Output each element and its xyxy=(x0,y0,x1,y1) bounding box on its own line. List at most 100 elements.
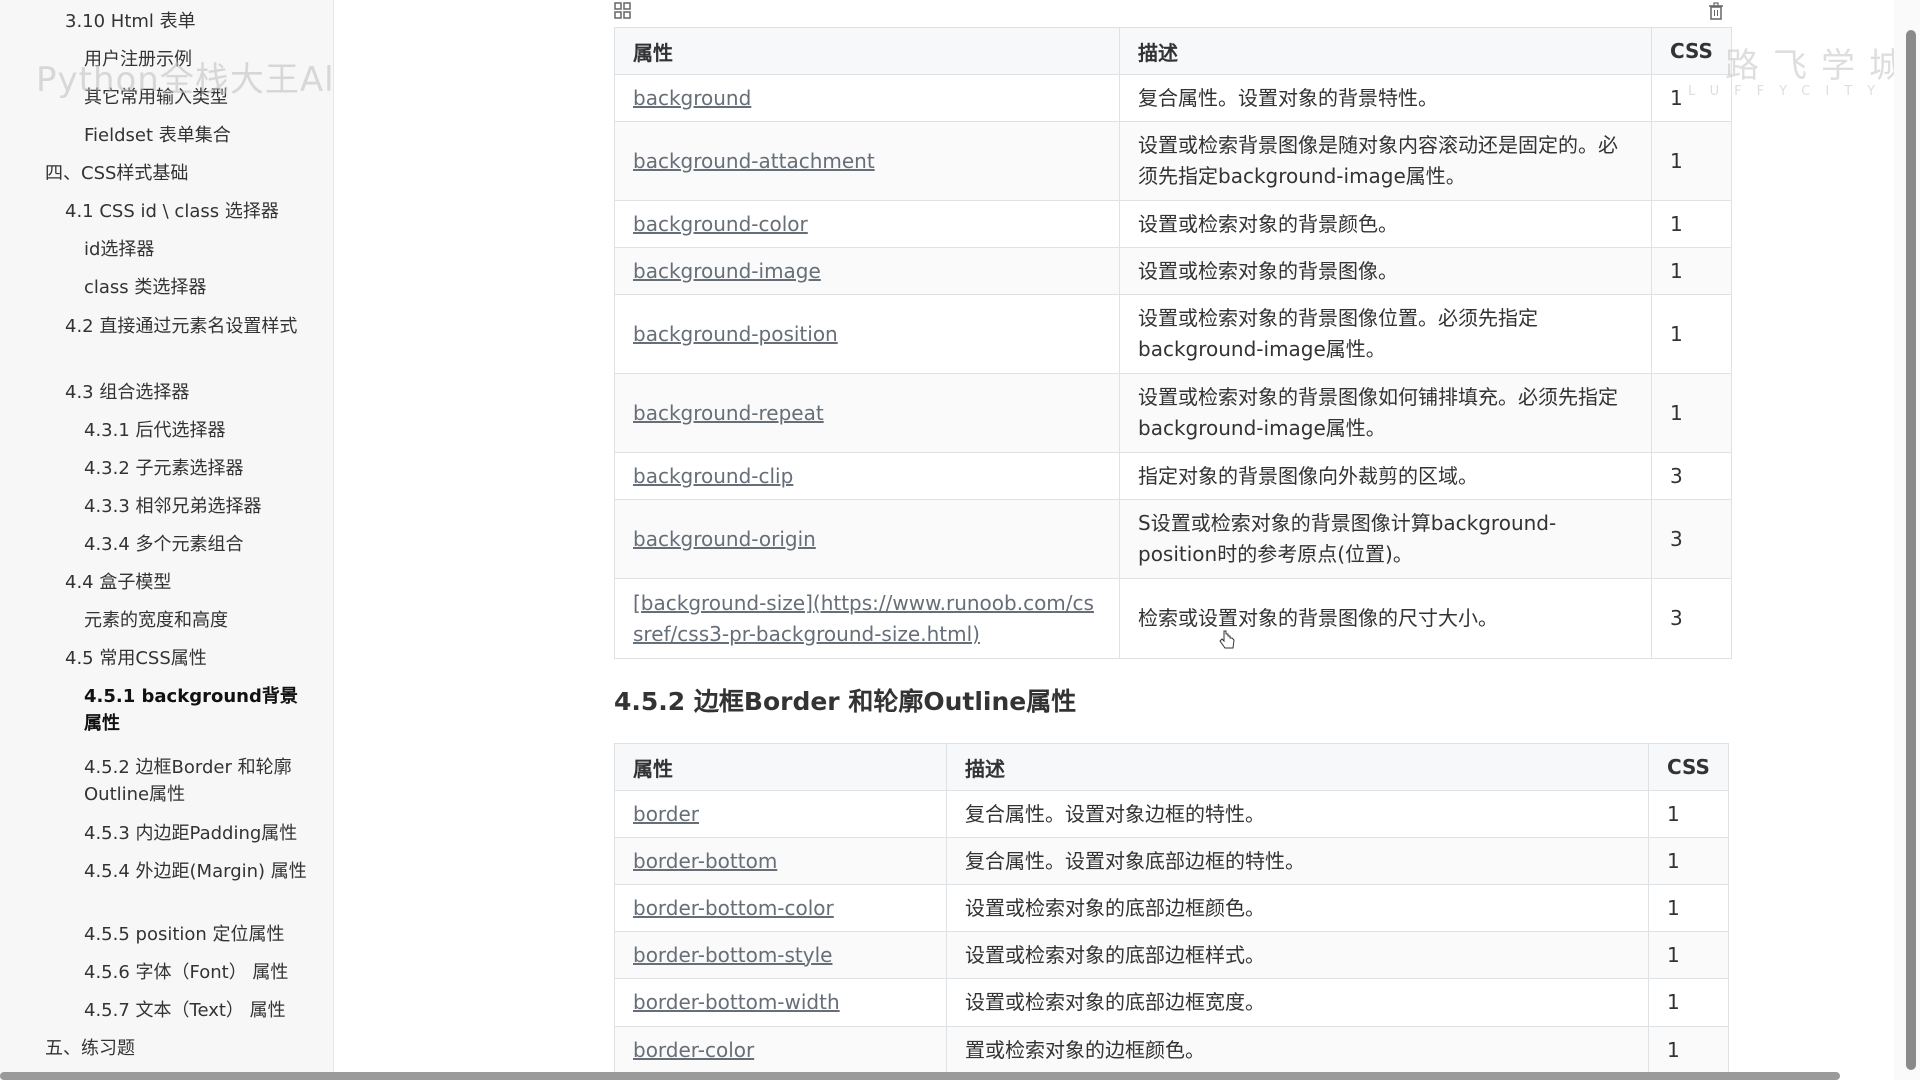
property-cell: background-image xyxy=(614,247,1120,295)
border-properties-table: 属性 描述 CSS border 复合属性。设置对象边框的特性。 1 border-b… xyxy=(614,743,1729,1074)
property-link[interactable]: background-repeat xyxy=(633,401,824,425)
toc-item[interactable]: 4.5 常用CSS属性 xyxy=(0,645,333,672)
description-cell: 复合属性。设置对象底部边框的特性。 xyxy=(946,837,1649,885)
column-header-css: CSS xyxy=(1648,743,1729,791)
toc-item[interactable]: 4.5.5 position 定位属性 xyxy=(0,921,333,948)
css-version-cell: 1 xyxy=(1648,884,1729,932)
toc-item[interactable]: 4.5.3 内边距Padding属性 xyxy=(0,820,333,847)
toc-item[interactable]: 4.5.1 background背景属性 xyxy=(0,683,333,737)
property-cell: [background-size](https://www.runoob.com… xyxy=(614,578,1120,659)
css-version-cell: 1 xyxy=(1648,837,1729,885)
description-cell: 设置或检索对象的背景图像如何铺排填充。必须先指定background-image… xyxy=(1119,373,1652,453)
property-link[interactable]: border-bottom xyxy=(633,849,777,873)
toc-sidebar: 3.10 Html 表单 用户注册示例 其它常用输入类型 Fieldset 表单集合四… xyxy=(0,0,334,1080)
toc-item[interactable]: 4.5.2 边框Border 和轮廓Outline属性 xyxy=(0,754,333,808)
css-version-cell: 1 xyxy=(1648,978,1729,1027)
description-cell: 设置或检索对象的底部边框宽度。 xyxy=(946,978,1649,1027)
table-row: border-color 置或检索对象的边框颜色。 1 xyxy=(614,1026,1729,1074)
table-row: border-bottom-width 设置或检索对象的底部边框宽度。 1 xyxy=(614,978,1729,1027)
toc-item[interactable]: 五、练习题 xyxy=(0,1035,333,1062)
property-link[interactable]: border xyxy=(633,802,699,826)
property-cell: border-bottom-width xyxy=(614,978,947,1027)
toc-item[interactable]: 4.3.2 子元素选择器 xyxy=(0,455,333,482)
table-row: background-position 设置或检索对象的背景图像位置。必须先指定b… xyxy=(614,294,1732,374)
property-cell: border-bottom xyxy=(614,837,947,885)
description-cell: 设置或检索对象的背景图像。 xyxy=(1119,247,1652,295)
css-version-cell: 1 xyxy=(1651,294,1732,374)
watermark-right-sub: LUFFYCITY xyxy=(1688,84,1891,99)
property-cell: background-origin xyxy=(614,499,1120,579)
property-cell: border xyxy=(614,790,947,838)
property-cell: border-bottom-style xyxy=(614,931,947,979)
toc-item[interactable]: 4.3.3 相邻兄弟选择器 xyxy=(0,493,333,520)
toc-item[interactable]: 4.3.4 多个元素组合 xyxy=(0,531,333,558)
property-link[interactable]: background xyxy=(633,86,751,110)
property-link[interactable]: background-attachment xyxy=(633,149,875,173)
hand-cursor-icon xyxy=(1219,630,1235,649)
column-header-property: 属性 xyxy=(614,27,1120,75)
css-version-cell: 1 xyxy=(1651,121,1732,201)
css-version-cell: 1 xyxy=(1648,1026,1729,1074)
property-link[interactable]: background-position xyxy=(633,322,838,346)
toc-item[interactable]: 4.3 组合选择器 xyxy=(0,379,333,406)
table-row: border-bottom 复合属性。设置对象底部边框的特性。 1 xyxy=(614,837,1729,885)
table-row: border 复合属性。设置对象边框的特性。 1 xyxy=(614,790,1729,838)
property-cell: background-color xyxy=(614,200,1120,248)
trash-icon[interactable] xyxy=(1708,2,1724,25)
description-cell: 设置或检索对象的底部边框样式。 xyxy=(946,931,1649,979)
table-row: background-clip 指定对象的背景图像向外裁剪的区域。 3 xyxy=(614,452,1732,500)
table-row: border-bottom-color 设置或检索对象的底部边框颜色。 1 xyxy=(614,884,1729,932)
vertical-scrollbar-thumb[interactable] xyxy=(1906,30,1916,1070)
toc-item[interactable]: 元素的宽度和高度 xyxy=(0,607,333,634)
property-link[interactable]: border-bottom-style xyxy=(633,943,832,967)
toc-item[interactable]: 4.4 盒子模型 xyxy=(0,569,333,596)
column-header-description: 描述 xyxy=(946,743,1649,791)
description-cell: 复合属性。设置对象的背景特性。 xyxy=(1119,74,1652,122)
css-version-cell: 1 xyxy=(1648,931,1729,979)
toc-item[interactable]: 4.5.4 外边距(Margin) 属性 xyxy=(0,858,333,885)
toc-item[interactable]: 四、CSS样式基础 xyxy=(0,160,333,187)
watermark-left-text: Python全栈大王Alex11 xyxy=(36,60,334,100)
description-cell: 复合属性。设置对象边框的特性。 xyxy=(946,790,1649,838)
toc-item[interactable]: 4.2 直接通过元素名设置样式 xyxy=(0,313,333,340)
property-link[interactable]: background-image xyxy=(633,259,821,283)
description-cell: S设置或检索对象的背景图像计算background-position时的参考原点… xyxy=(1119,499,1652,579)
toc-item[interactable]: class 类选择器 xyxy=(0,274,333,301)
description-cell: 设置或检索背景图像是随对象内容滚动还是固定的。必须先指定background-i… xyxy=(1119,121,1652,201)
property-cell: background-attachment xyxy=(614,121,1120,201)
toc-item[interactable]: 4.5.6 字体（Font） 属性 xyxy=(0,959,333,986)
property-link[interactable]: background-clip xyxy=(633,464,793,488)
description-cell: 置或检索对象的边框颜色。 xyxy=(946,1026,1649,1074)
toc-item[interactable]: 4.5.7 文本（Text） 属性 xyxy=(0,997,333,1024)
toc-item[interactable]: 4.1 CSS id \ class 选择器 xyxy=(0,198,333,225)
property-cell: border-bottom-color xyxy=(614,884,947,932)
watermark-left: Python全栈大王Alex11bilibili xyxy=(36,52,334,101)
property-link[interactable]: border-color xyxy=(633,1038,754,1062)
toc-item[interactable]: Fieldset 表单集合 xyxy=(0,122,333,149)
section-heading-border: 4.5.2 边框Border 和轮廓Outline属性 xyxy=(614,687,1077,716)
column-header-css: CSS xyxy=(1651,27,1732,75)
property-link[interactable]: border-bottom-color xyxy=(633,896,834,920)
property-cell: background-position xyxy=(614,294,1120,374)
table-row: [background-size](https://www.runoob.com… xyxy=(614,578,1732,659)
property-link[interactable]: [background-size](https://www.runoob.com… xyxy=(633,591,1094,646)
table-row: background-origin S设置或检索对象的背景图像计算backgrou… xyxy=(614,499,1732,579)
property-link[interactable]: border-bottom-width xyxy=(633,990,840,1014)
property-cell: border-color xyxy=(614,1026,947,1074)
toc-item[interactable]: 3.10 Html 表单 xyxy=(0,8,333,35)
css-version-cell: 1 xyxy=(1648,790,1729,838)
property-link[interactable]: background-origin xyxy=(633,527,816,551)
css-version-cell: 3 xyxy=(1651,452,1732,500)
description-cell: 设置或检索对象的底部边框颜色。 xyxy=(946,884,1649,932)
vertical-scrollbar[interactable] xyxy=(1894,0,1920,1080)
table-row: background-image 设置或检索对象的背景图像。 1 xyxy=(614,247,1732,295)
toc-item[interactable]: 4.3.1 后代选择器 xyxy=(0,417,333,444)
property-link[interactable]: background-color xyxy=(633,212,808,236)
table-row: background 复合属性。设置对象的背景特性。 1 xyxy=(614,74,1732,122)
property-cell: background xyxy=(614,74,1120,122)
horizontal-scrollbar[interactable] xyxy=(0,1072,1840,1080)
background-properties-table: 属性 描述 CSS background 复合属性。设置对象的背景特性。 1 back… xyxy=(614,27,1732,659)
grid-icon[interactable] xyxy=(614,2,632,25)
toc-item[interactable]: id选择器 xyxy=(0,236,333,263)
table-header-row: 属性 描述 CSS xyxy=(614,27,1732,75)
